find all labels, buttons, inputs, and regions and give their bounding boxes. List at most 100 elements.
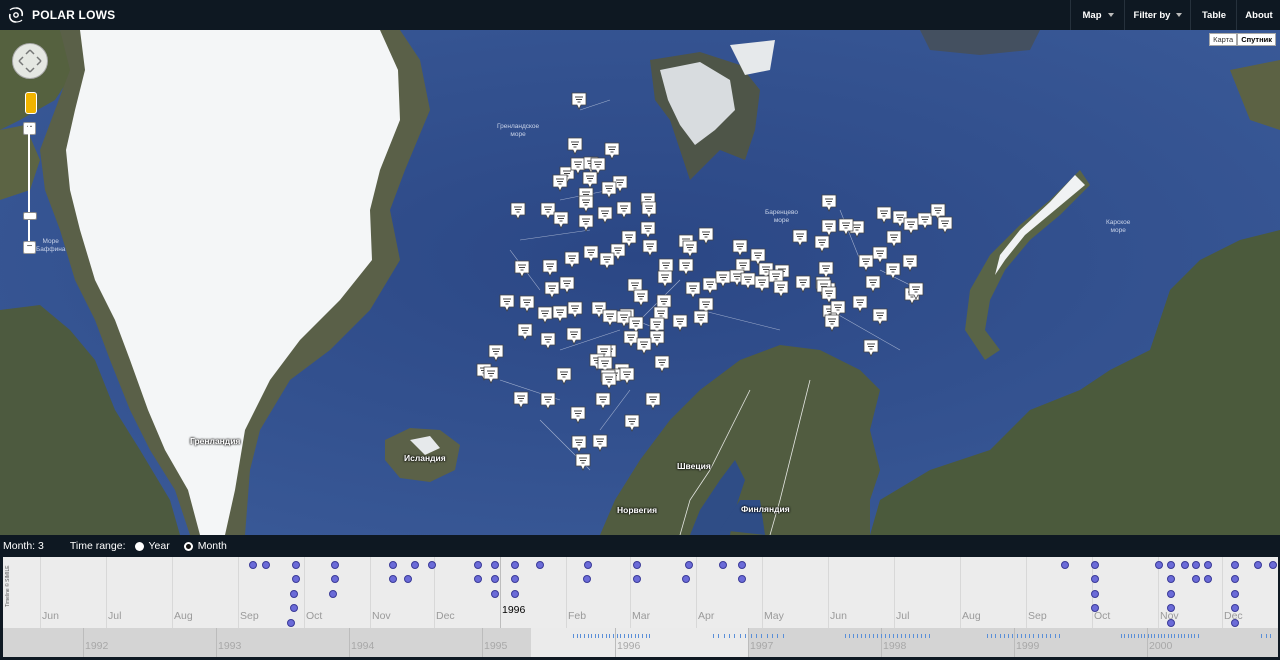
polar-low-marker-icon[interactable] [633,289,649,308]
timeline-event-dot[interactable] [428,561,436,569]
timeline-event-dot[interactable] [329,590,337,598]
polar-low-marker-icon[interactable] [645,392,661,411]
timeline-event-dot[interactable] [1091,604,1099,612]
pan-control[interactable] [12,43,48,79]
polar-low-marker-icon[interactable] [510,202,526,221]
timeline-event-dot[interactable] [511,590,519,598]
polar-low-marker-icon[interactable] [624,414,640,433]
polar-low-marker-icon[interactable] [578,195,594,214]
polar-low-marker-icon[interactable] [595,392,611,411]
polar-low-marker-icon[interactable] [654,355,670,374]
polar-low-marker-icon[interactable] [619,367,635,386]
timeline-event-dot[interactable] [511,575,519,583]
range-month-option[interactable]: Month [183,540,227,552]
polar-low-marker-icon[interactable] [698,227,714,246]
polar-low-marker-icon[interactable] [540,392,556,411]
polar-low-marker-icon[interactable] [937,216,953,235]
polar-low-marker-icon[interactable] [583,245,599,264]
timeline-event-dot[interactable] [287,619,295,627]
polar-low-marker-icon[interactable] [754,275,770,294]
timeline-event-dot[interactable] [738,575,746,583]
nav-about[interactable]: About [1236,0,1280,30]
map-type-map-button[interactable]: Карта [1209,33,1238,46]
timeline-event-dot[interactable] [474,575,482,583]
polar-low-marker-icon[interactable] [488,344,504,363]
polar-low-marker-icon[interactable] [682,240,698,259]
timeline-event-dot[interactable] [1167,575,1175,583]
polar-low-marker-icon[interactable] [795,275,811,294]
polar-low-marker-icon[interactable] [792,229,808,248]
timeline-event-dot[interactable] [1167,619,1175,627]
polar-low-marker-icon[interactable] [559,276,575,295]
timeline-event-dot[interactable] [262,561,270,569]
polar-low-marker-icon[interactable] [693,310,709,329]
timeline-event-dot[interactable] [249,561,257,569]
polar-low-marker-icon[interactable] [540,332,556,351]
polar-low-marker-icon[interactable] [601,372,617,391]
timeline-event-dot[interactable] [1091,575,1099,583]
timeline-event-dot[interactable] [1192,561,1200,569]
timeline-event-dot[interactable] [292,575,300,583]
polar-low-marker-icon[interactable] [642,239,658,258]
radio-month[interactable] [183,541,193,551]
timeline-event-dot[interactable] [682,575,690,583]
timeline-event-dot[interactable] [1061,561,1069,569]
polar-low-marker-icon[interactable] [552,174,568,193]
polar-low-marker-icon[interactable] [513,391,529,410]
polar-low-marker-icon[interactable] [715,270,731,289]
timeline-event-dot[interactable] [491,575,499,583]
timeline-event-dot[interactable] [290,604,298,612]
polar-low-marker-icon[interactable] [902,254,918,273]
polar-low-marker-icon[interactable] [838,218,854,237]
map-type-satellite-button[interactable]: Спутник [1237,33,1276,46]
timeline-event-dot[interactable] [1269,561,1277,569]
timeline-event-dot[interactable] [491,590,499,598]
polar-low-marker-icon[interactable] [571,435,587,454]
polar-low-marker-icon[interactable] [571,92,587,111]
polar-low-marker-icon[interactable] [604,142,620,161]
timeline-event-dot[interactable] [1231,604,1239,612]
timeline-event-dot[interactable] [1231,575,1239,583]
nav-map-dropdown[interactable]: Map [1070,0,1125,30]
timeline-year-band[interactable]: 1992 1993 1994 1995 1996 1997 1998 1999 2000 [3,628,1278,657]
polar-low-marker-icon[interactable] [616,201,632,220]
timeline-event-dot[interactable] [511,561,519,569]
timeline-event-dot[interactable] [474,561,482,569]
nav-table[interactable]: Table [1190,0,1237,30]
polar-low-marker-icon[interactable] [542,259,558,278]
timeline-event-dot[interactable] [331,575,339,583]
timeline-event-dot[interactable] [389,575,397,583]
timeline-event-dot[interactable] [633,561,641,569]
timeline-event-dot[interactable] [290,590,298,598]
timeline-event-dot[interactable] [331,561,339,569]
polar-low-marker-icon[interactable] [908,282,924,301]
timeline-event-dot[interactable] [1254,561,1262,569]
street-view-pegman-icon[interactable] [25,92,37,114]
polar-low-marker-icon[interactable] [672,314,688,333]
polar-low-marker-icon[interactable] [544,281,560,300]
timeline-event-dot[interactable] [389,561,397,569]
map-canvas[interactable]: Гренландское море Баренцево море Карское мо… [0,30,1280,535]
nav-filter-dropdown[interactable]: Filter by [1124,0,1191,30]
timeline-event-dot[interactable] [583,575,591,583]
zoom-slider-thumb[interactable] [23,212,37,220]
range-year-option[interactable]: Year [134,540,170,552]
polar-low-marker-icon[interactable] [552,305,568,324]
timeline-event-dot[interactable] [1091,561,1099,569]
polar-low-marker-icon[interactable] [592,434,608,453]
timeline-event-dot[interactable] [1204,561,1212,569]
timeline-event-dot[interactable] [1192,575,1200,583]
timeline-event-dot[interactable] [1204,575,1212,583]
polar-low-marker-icon[interactable] [578,214,594,233]
polar-low-marker-icon[interactable] [567,301,583,320]
timeline-event-dot[interactable] [411,561,419,569]
polar-low-marker-icon[interactable] [499,294,515,313]
polar-low-marker-icon[interactable] [601,181,617,200]
polar-low-marker-icon[interactable] [886,230,902,249]
zoom-slider-track[interactable] [28,124,30,248]
timeline-event-dot[interactable] [1167,590,1175,598]
polar-low-marker-icon[interactable] [773,280,789,299]
polar-low-marker-icon[interactable] [872,308,888,327]
timeline-event-dot[interactable] [1155,561,1163,569]
polar-low-marker-icon[interactable] [678,258,694,277]
